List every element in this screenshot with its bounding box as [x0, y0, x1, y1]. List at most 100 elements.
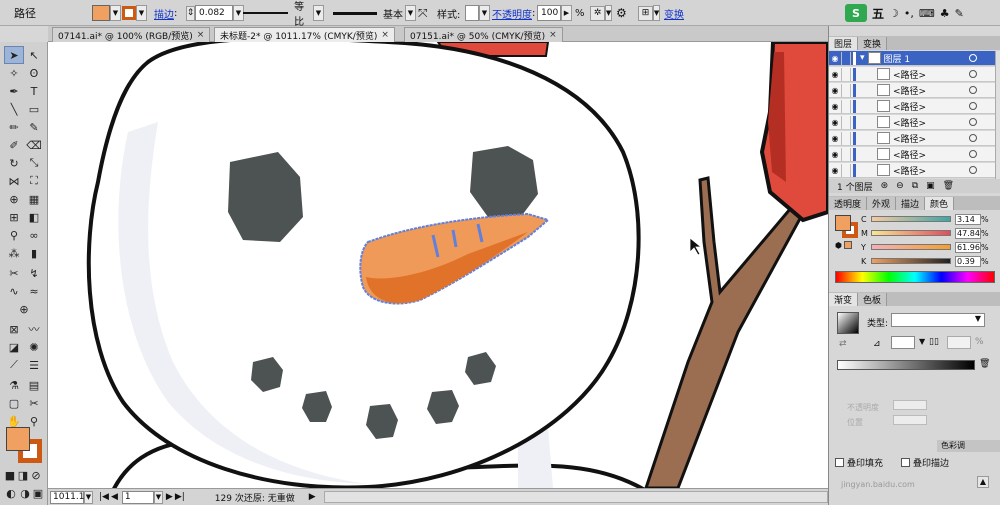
artboard-canvas[interactable]: [48, 42, 828, 488]
next-artboard-icon[interactable]: ▶: [166, 492, 173, 502]
target-circle-icon[interactable]: [969, 102, 977, 110]
moon-icon[interactable]: ☽: [889, 7, 899, 20]
color-spectrum-bar[interactable]: [835, 271, 995, 283]
last-artboard-icon[interactable]: ▶|: [175, 492, 185, 502]
chevron-down-icon[interactable]: ▼: [153, 490, 163, 504]
close-icon[interactable]: ×: [381, 30, 389, 40]
prev-artboard-icon[interactable]: ◀: [111, 492, 118, 502]
pencil-tool-icon[interactable]: ✎: [24, 118, 44, 136]
tab-gradient[interactable]: 渐变: [829, 293, 859, 306]
chevron-down-icon[interactable]: ▼: [110, 5, 121, 21]
layer-row[interactable]: ◉ <路径>: [829, 147, 995, 162]
new-sublayer-icon[interactable]: ⧉: [912, 181, 918, 191]
align-icon[interactable]: ⤧: [418, 4, 428, 22]
screen-mode-icon[interactable]: ▣: [31, 484, 45, 502]
smooth-tool-icon[interactable]: ≈: [24, 282, 44, 300]
chevron-down-icon[interactable]: ▼: [605, 5, 612, 21]
slice-tool-icon[interactable]: ◪: [4, 338, 24, 356]
paintbrush-tool-icon[interactable]: ✏: [4, 118, 24, 136]
target-circle-icon[interactable]: [969, 134, 977, 142]
eyedropper-tool-icon[interactable]: ⚲: [4, 226, 24, 244]
tab-swatches[interactable]: 色板: [858, 293, 888, 306]
style-dropdown[interactable]: ▼: [465, 4, 490, 22]
width-tool-icon[interactable]: ⋈: [4, 172, 24, 190]
chevron-down-icon[interactable]: ▼: [653, 5, 660, 21]
eye-icon[interactable]: ◉: [829, 102, 841, 111]
tab-layers[interactable]: 图层: [829, 37, 859, 50]
scale-tool-icon[interactable]: ⤡: [24, 154, 44, 172]
first-artboard-icon[interactable]: |◀: [99, 492, 109, 502]
target-circle-icon[interactable]: [969, 70, 977, 78]
layer-row[interactable]: ◉ <路径>: [829, 83, 995, 98]
fill-color-dropdown[interactable]: ▼: [92, 4, 121, 22]
gradient-location-field[interactable]: [893, 415, 927, 425]
stroke-color-dropdown[interactable]: ▼: [122, 4, 147, 22]
artboard-number-field[interactable]: 1: [121, 490, 154, 504]
eye-icon[interactable]: ◉: [829, 150, 841, 159]
type-tool-icon[interactable]: T: [24, 82, 44, 100]
angle-dropdown-icon[interactable]: ▼: [919, 337, 925, 346]
stroke-swatch[interactable]: [122, 6, 136, 20]
color-guide-tab[interactable]: 色彩调: [937, 440, 1000, 452]
tab-color[interactable]: 颜色: [925, 197, 955, 210]
magenta-slider[interactable]: [871, 230, 951, 236]
measure-tool-icon[interactable]: ▤: [24, 376, 44, 394]
rotate-tool-icon[interactable]: ↻: [4, 154, 24, 172]
tab-transparency[interactable]: 透明度: [829, 197, 868, 210]
column-graph-tool-icon[interactable]: ▮: [24, 244, 44, 262]
gradient-preview-swatch[interactable]: [837, 312, 859, 334]
magenta-slider-row[interactable]: M 47.84 %: [861, 227, 1000, 239]
horizontal-scrollbar[interactable]: [323, 491, 828, 503]
eye-icon[interactable]: ◉: [829, 134, 841, 143]
doc-tab-07141[interactable]: 07141.ai* @ 100% (RGB/预览) ×: [52, 27, 211, 42]
magenta-value-field[interactable]: 47.84: [955, 227, 981, 239]
cube-icon[interactable]: ⬢: [835, 241, 842, 250]
sogou-logo-icon[interactable]: S: [845, 4, 867, 22]
brush-dropdown-arrow[interactable]: ▼: [405, 4, 416, 22]
opacity-input[interactable]: 100: [537, 5, 561, 21]
target-circle-icon[interactable]: [969, 166, 977, 174]
stroke-weight-field[interactable]: ⇕ 0.082 ▼: [186, 4, 244, 22]
mesh-tool-icon[interactable]: ⊞: [4, 208, 24, 226]
gradient-tool-icon[interactable]: ◧: [24, 208, 44, 226]
eye-icon[interactable]: ◉: [829, 54, 841, 63]
spinner-icon[interactable]: ⇕: [186, 5, 195, 21]
rectangle-tool-icon[interactable]: ▭: [24, 100, 44, 118]
eye-icon[interactable]: ◉: [829, 118, 841, 127]
color-fill-swatch[interactable]: [835, 215, 851, 231]
layer-row[interactable]: ◉ <路径>: [829, 163, 995, 178]
stroke-link[interactable]: 描边:: [154, 4, 177, 22]
list-tool-icon[interactable]: ☰: [24, 356, 44, 374]
tab-appearance[interactable]: 外观: [867, 197, 897, 210]
black-slider[interactable]: [871, 258, 951, 264]
yellow-slider[interactable]: [871, 244, 951, 250]
eraser-tool-icon[interactable]: ⌫: [24, 136, 44, 154]
fill-swatch[interactable]: [92, 5, 110, 21]
layer-row[interactable]: ◉ <路径>: [829, 67, 995, 82]
warp-tool-icon[interactable]: 〰: [24, 320, 44, 338]
style-swatch[interactable]: [465, 5, 479, 21]
none-mode-icon[interactable]: ⊘: [30, 466, 42, 484]
make-clipping-mask-icon[interactable]: ⊖: [896, 181, 904, 191]
opacity-field[interactable]: 100 ▶ %: [537, 4, 585, 22]
artboard-icon[interactable]: ▢: [4, 394, 24, 412]
chevron-down-icon[interactable]: ▼: [479, 5, 490, 21]
curvature-tool-icon[interactable]: ∿: [4, 282, 24, 300]
crosshair-tool-icon[interactable]: ⊕: [14, 300, 34, 318]
cyan-slider-row[interactable]: C 3.14 %: [861, 213, 1000, 225]
perspective-grid-tool-icon[interactable]: ▦: [24, 190, 44, 208]
lasso-tool-icon[interactable]: ʘ: [24, 64, 44, 82]
magic-wand-tool-icon[interactable]: ✧: [4, 64, 24, 82]
yellow-value-field[interactable]: 61.96: [955, 241, 981, 253]
variable-width-profile[interactable]: 等比: [243, 2, 313, 28]
last-color-swatch[interactable]: [843, 241, 852, 249]
close-icon[interactable]: ×: [549, 30, 557, 40]
layer-row-layer-1[interactable]: ◉ ▾ 图层 1: [829, 51, 995, 66]
reshape-tool-icon[interactable]: ↯: [24, 264, 44, 282]
settings-gear-icon[interactable]: ⚙: [616, 4, 627, 22]
punctuation-icon[interactable]: •,: [904, 7, 914, 20]
panel-scroll-up-icon[interactable]: ▲: [977, 476, 989, 488]
target-circle-icon[interactable]: [969, 54, 977, 62]
locate-object-icon[interactable]: ⊛: [881, 181, 889, 191]
layer-row[interactable]: ◉ <路径>: [829, 115, 995, 130]
